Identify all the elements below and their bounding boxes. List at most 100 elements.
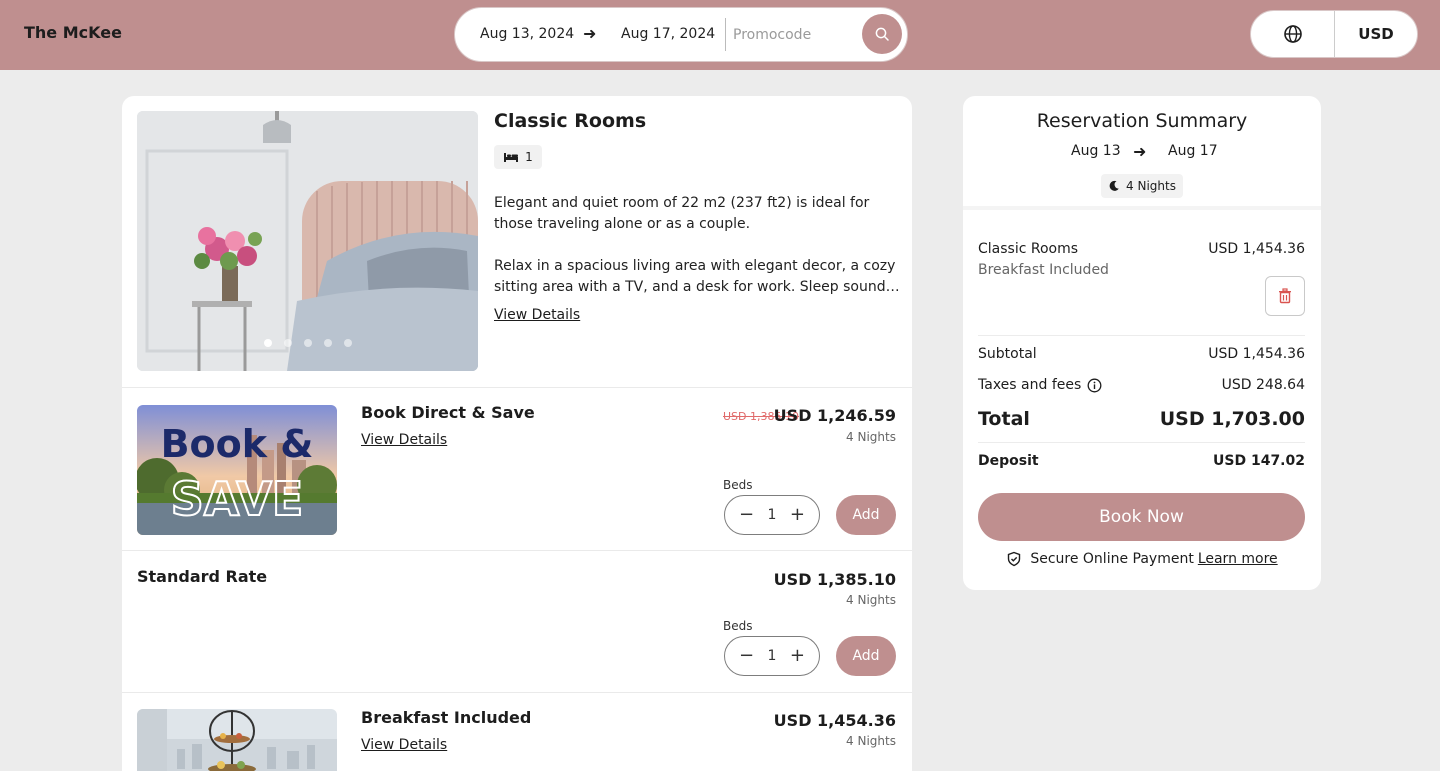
trash-icon	[1279, 288, 1291, 304]
room-description-2a: Relax in a spacious living area with ele…	[494, 258, 896, 274]
arrow-right-icon: ➜	[1133, 142, 1147, 161]
carousel-dot[interactable]	[304, 339, 312, 347]
date-search-bar: Aug 13, 2024 ➜ Aug 17, 2024	[454, 7, 908, 62]
deposit-row: Deposit USD 147.02	[978, 453, 1305, 469]
globe-icon	[1283, 25, 1302, 43]
nights-count: 4 Nights	[1126, 179, 1176, 193]
taxes-label-group: Taxes and fees	[978, 377, 1102, 393]
rate-view-details-link[interactable]: View Details	[361, 737, 447, 753]
summary-title: Reservation Summary	[1036, 110, 1248, 132]
summary-to-date: Aug 17	[1168, 143, 1218, 159]
add-button[interactable]: Add	[836, 636, 896, 676]
search-divider	[725, 18, 726, 51]
total-value: USD 1,703.00	[1159, 408, 1305, 430]
breakfast-thumbnail	[137, 709, 337, 771]
thumb-text-2: SAVE	[171, 472, 304, 526]
summary-band	[963, 206, 1321, 210]
summary-item-row: Classic Rooms USD 1,454.36	[978, 241, 1305, 257]
learn-more-link[interactable]: Learn more	[1198, 551, 1278, 567]
book-save-thumbnail: Book & SAVE	[137, 405, 337, 535]
add-button[interactable]: Add	[836, 495, 896, 535]
room-photo	[137, 111, 478, 371]
subtotal-row: Subtotal USD 1,454.36	[978, 346, 1305, 362]
search-icon	[875, 27, 889, 41]
room-view-details-link[interactable]: View Details	[494, 307, 580, 323]
carousel-dots	[264, 339, 352, 347]
arrow-right-icon: ➜	[583, 24, 597, 43]
thumb-text-1: Book &	[161, 422, 314, 466]
carousel-dot[interactable]	[284, 339, 292, 347]
secure-text: Secure Online Payment	[1030, 551, 1194, 567]
bed-count: 1	[525, 150, 533, 164]
plus-icon[interactable]: +	[790, 647, 805, 665]
beds-label: Beds	[723, 478, 753, 492]
currency-button[interactable]: USD	[1335, 11, 1417, 57]
divider	[122, 387, 912, 388]
subtotal-value: USD 1,454.36	[1208, 346, 1305, 362]
bed-count-badge: 1	[494, 145, 542, 169]
room-description-2b: sitting area with a TV, and a desk for w…	[494, 279, 902, 295]
nights-badge: 4 Nights	[1101, 174, 1183, 198]
divider	[122, 692, 912, 693]
carousel-dot[interactable]	[264, 339, 272, 347]
taxes-row: Taxes and fees USD 248.64	[978, 377, 1305, 393]
subtotal-label: Subtotal	[978, 346, 1037, 362]
room-description: Elegant and quiet room of 22 m2 (237 ft2…	[494, 193, 902, 298]
summary-item-rate: Breakfast Included	[978, 262, 1109, 278]
remove-item-button[interactable]	[1265, 276, 1305, 316]
beds-stepper: − 1 +	[724, 636, 820, 676]
divider	[122, 550, 912, 551]
room-title: Classic Rooms	[494, 110, 647, 132]
total-label: Total	[978, 408, 1030, 430]
language-button[interactable]	[1251, 11, 1334, 57]
rate-title: Standard Rate	[137, 567, 268, 586]
divider	[978, 335, 1305, 336]
room-description-1: Elegant and quiet room of 22 m2 (237 ft2…	[494, 195, 870, 232]
info-icon[interactable]	[1087, 378, 1102, 393]
deposit-label: Deposit	[978, 453, 1039, 469]
shield-check-icon	[1008, 551, 1021, 567]
minus-icon[interactable]: −	[739, 506, 754, 524]
carousel-dot[interactable]	[344, 339, 352, 347]
check-in-date[interactable]: Aug 13, 2024	[480, 26, 574, 42]
plus-icon[interactable]: +	[790, 506, 805, 524]
rate-price: USD 1,385.10	[773, 570, 896, 589]
carousel-dot[interactable]	[324, 339, 332, 347]
rate-nights: 4 Nights	[846, 734, 896, 748]
minus-icon[interactable]: −	[739, 647, 754, 665]
room-card: Classic Rooms 1 Elegant and quiet room o…	[122, 96, 912, 771]
taxes-value: USD 248.64	[1221, 377, 1305, 393]
rate-nights: 4 Nights	[846, 430, 896, 444]
book-save-image: Book & SAVE	[137, 405, 337, 535]
taxes-label: Taxes and fees	[978, 377, 1082, 393]
check-out-date[interactable]: Aug 17, 2024	[621, 26, 715, 42]
summary-item-price: USD 1,454.36	[1208, 241, 1305, 257]
bed-icon	[504, 153, 519, 162]
search-button[interactable]	[862, 14, 902, 54]
secure-payment-note: Secure Online Payment Learn more	[963, 551, 1321, 567]
reservation-summary: Reservation Summary Aug 13 ➜ Aug 17 4 Ni…	[963, 96, 1321, 590]
beds-label: Beds	[723, 619, 753, 633]
deposit-value: USD 147.02	[1213, 453, 1305, 469]
brand-name[interactable]: The McKee	[24, 23, 122, 42]
total-row: Total USD 1,703.00	[978, 408, 1305, 430]
rate-price: USD 1,454.36	[773, 711, 896, 730]
breakfast-image	[137, 709, 337, 771]
summary-from-date: Aug 13	[1071, 143, 1121, 159]
beds-value: 1	[767, 648, 777, 664]
language-currency-switcher: USD	[1250, 10, 1418, 58]
beds-stepper: − 1 +	[724, 495, 820, 535]
rate-title: Book Direct & Save	[361, 403, 535, 422]
beds-value: 1	[767, 507, 777, 523]
room-photo-carousel[interactable]	[137, 111, 478, 371]
moon-icon	[1109, 180, 1119, 191]
rate-nights: 4 Nights	[846, 593, 896, 607]
book-now-button[interactable]: Book Now	[978, 493, 1305, 541]
summary-item-name: Classic Rooms	[978, 241, 1079, 257]
promocode-input[interactable]	[733, 20, 857, 50]
rate-view-details-link[interactable]: View Details	[361, 432, 447, 448]
top-header: The McKee Aug 13, 2024 ➜ Aug 17, 2024 US…	[0, 0, 1440, 70]
rate-title: Breakfast Included	[361, 708, 532, 727]
rate-price: USD 1,246.59	[773, 406, 896, 425]
divider	[978, 442, 1305, 443]
